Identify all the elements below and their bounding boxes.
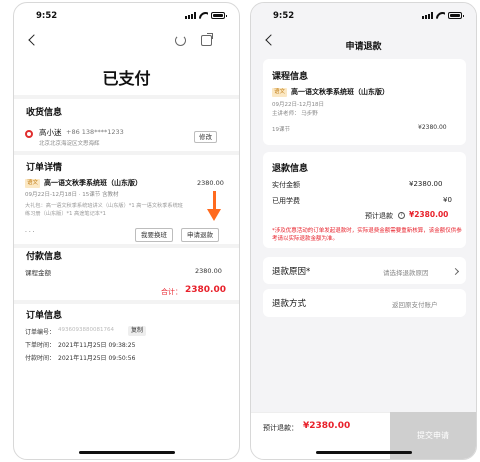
annotation-arrow-shaft (213, 191, 216, 211)
apply-refund-screen: 9:52 申请退款 课程信息 语文 高一语文秋季系统班（山东版） 09月22日-… (250, 2, 477, 460)
order-number-value: 4936093880081764 (58, 327, 114, 333)
status-bar: 9:52 (251, 3, 476, 29)
refund-method-value: 返回原支付账户 (392, 301, 438, 309)
recipient-phone: +86 138****1233 (66, 128, 124, 136)
refund-info-title: 退款信息 (272, 164, 309, 174)
materials-line-2: 练习册（山东版）*1 高途笔记本*1 (25, 211, 106, 217)
course-amount-value: 2380.00 (195, 267, 222, 275)
order-detail-section-title: 订单详情 (26, 163, 63, 173)
section-divider (14, 244, 239, 248)
pay-time-value: 2021年11月25日 09:50:56 (58, 355, 136, 362)
shipping-section-title: 收货信息 (26, 108, 63, 118)
course-name[interactable]: 高一语文秋季系统班（山东版） (44, 178, 142, 188)
screenshot-canvas: 9:52 已支付 收货信息 高小迷 +86 138****1233 北京北京海淀… (0, 0, 480, 462)
battery-icon (448, 12, 464, 19)
course-teacher: 主讲老师： 马步野 (272, 111, 318, 117)
paid-amount-value: ¥2380.00 (409, 180, 443, 188)
order-time-value: 2021年11月25日 09:38:25 (58, 342, 136, 349)
home-indicator (315, 451, 412, 454)
edit-address-button[interactable]: 修改 (194, 131, 217, 143)
change-class-button[interactable]: 我要换班 (135, 228, 173, 242)
share-icon[interactable] (201, 33, 213, 46)
course-lessons: 19课节 (272, 127, 290, 133)
total-value: 2380.00 (185, 285, 226, 295)
refund-reason-row[interactable]: 退款原因* 请选择退款原因 (263, 257, 466, 284)
payment-section-title: 付款信息 (26, 252, 63, 262)
recipient-name: 高小迷 (39, 128, 62, 137)
course-date: 09月22日-12月18日 (272, 102, 324, 108)
total-label: 合计： (161, 288, 182, 296)
refund-notice: *涉及优惠活动的订单发起退款时，实际退费金额需要重新核算，该金额仅供参考请以实际… (272, 228, 462, 242)
subject-tag: 语文 (25, 179, 41, 188)
course-meta: 09月22日-12月18日 · 15课节 含教材 (25, 192, 119, 198)
subject-tag: 语文 (272, 88, 288, 97)
refund-reason-placeholder[interactable]: 请选择退款原因 (383, 267, 429, 277)
order-number-label: 订单编号： (25, 329, 56, 336)
course-price: 2380.00 (197, 179, 224, 187)
used-fee-label: 已用学费 (272, 197, 300, 205)
pay-time-label: 付款时间： (25, 355, 56, 362)
home-indicator (78, 451, 175, 454)
annotation-arrow-head (207, 209, 221, 221)
refresh-icon[interactable] (175, 35, 186, 46)
paid-amount-label: 实付金额 (272, 181, 300, 189)
copy-order-number-button[interactable]: 复制 (128, 326, 147, 336)
footer-estimate-label: 预计退款： (263, 424, 298, 432)
order-paid-screen: 9:52 已支付 收货信息 高小迷 +86 138****1233 北京北京海淀… (13, 2, 240, 460)
back-icon[interactable] (28, 34, 40, 46)
estimate-refund-label: 预计退款 (365, 212, 393, 220)
signal-icon (185, 12, 196, 19)
status-icons (185, 12, 227, 19)
course-info-title: 课程信息 (272, 72, 309, 82)
location-pin-icon (25, 130, 33, 138)
more-options-icon[interactable]: · · · (25, 229, 35, 236)
chevron-right-icon (451, 267, 460, 276)
refund-method-label: 退款方式 (272, 299, 307, 309)
status-icons (422, 12, 464, 19)
help-icon[interactable]: ? (398, 212, 405, 219)
header: 9:52 申请退款 (251, 3, 476, 56)
order-time-label: 下单时间： (25, 342, 56, 349)
apply-refund-button[interactable]: 申请退款 (181, 228, 219, 242)
course-price: ¥2380.00 (418, 124, 447, 131)
footer-estimate-value: ¥2380.00 (303, 421, 351, 431)
signal-icon (422, 12, 433, 19)
materials-line-1: 大礼包：高一语文秋季系统班讲义（山东版）*1 高一语文秋季系统班 (25, 203, 183, 209)
status-time: 9:52 (36, 11, 58, 21)
course-info-card: 课程信息 语文 高一语文秋季系统班（山东版） 09月22日-12月18日 主讲老… (263, 59, 466, 145)
refund-method-row: 退款方式 返回原支付账户 (263, 289, 466, 317)
page-title: 申请退款 (345, 42, 382, 52)
section-divider (14, 151, 239, 155)
recipient-address: 北京北京海淀区文思海辉 (39, 141, 100, 147)
used-fee-value: ¥0 (443, 196, 452, 204)
wifi-icon (436, 12, 445, 19)
section-divider (14, 300, 239, 304)
estimate-refund-value: ¥2380.00 (409, 210, 449, 219)
wifi-icon (199, 12, 208, 19)
course-name: 高一语文秋季系统班（山东版） (291, 88, 389, 96)
battery-icon (211, 12, 227, 19)
status-time: 9:52 (273, 11, 295, 21)
refund-reason-label: 退款原因* (272, 267, 311, 277)
order-info-section-title: 订单信息 (26, 311, 63, 321)
course-amount-label: 课程金额 (25, 269, 51, 277)
section-divider (14, 95, 239, 99)
status-bar: 9:52 (14, 3, 239, 29)
refund-info-card: 退款信息 实付金额 ¥2380.00 已用学费 ¥0 预计退款 ? ¥2380.… (263, 152, 466, 248)
page-title: 已支付 (102, 69, 151, 88)
